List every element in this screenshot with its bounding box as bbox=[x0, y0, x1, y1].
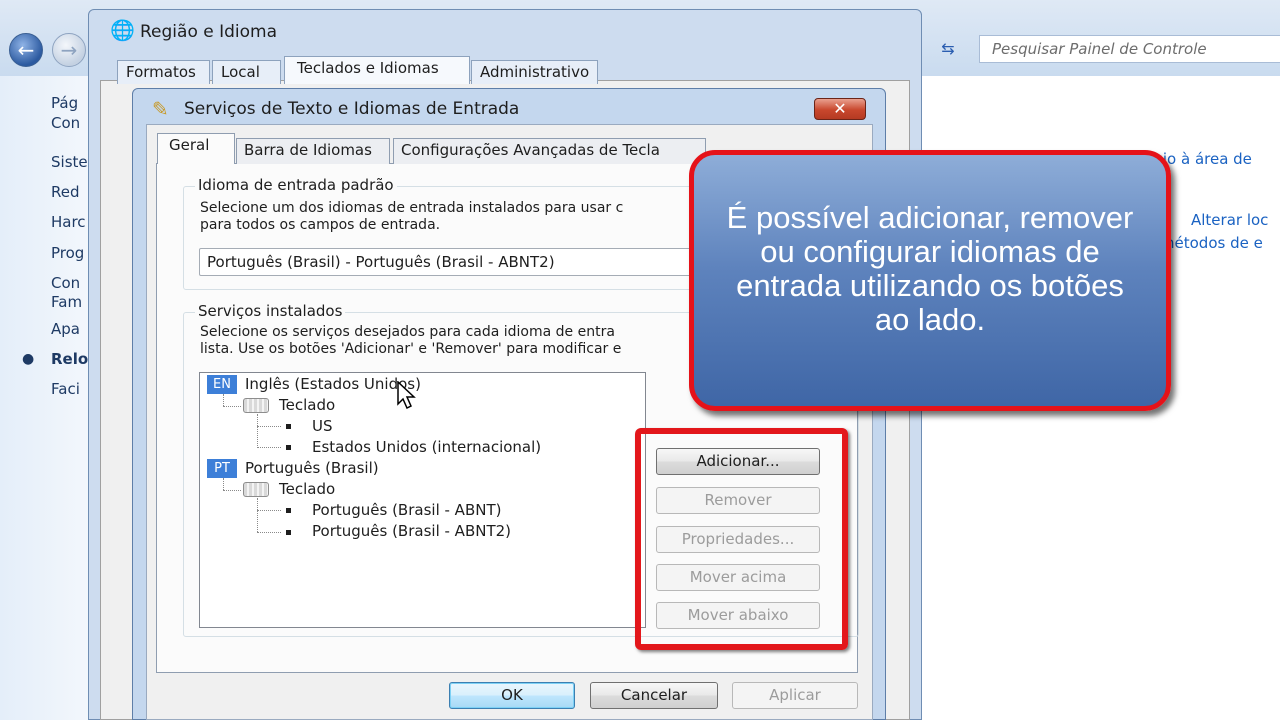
tree-item-language[interactable]: Inglês (Estados Unidos) bbox=[245, 375, 421, 393]
tree-item-category[interactable]: Teclado bbox=[279, 396, 335, 414]
sidebar-link[interactable]: Faci bbox=[51, 380, 80, 399]
keyboard-icon bbox=[243, 398, 269, 413]
dialog-title: Serviços de Texto e Idiomas de Entrada bbox=[184, 99, 520, 119]
tab-geral[interactable]: Geral bbox=[157, 133, 235, 164]
tab-local[interactable]: Local bbox=[212, 60, 281, 84]
ok-button[interactable]: OK bbox=[449, 682, 575, 709]
group-description: para todos os campos de entrada. bbox=[200, 217, 441, 233]
cancel-button[interactable]: Cancelar bbox=[590, 682, 718, 709]
tree-connector bbox=[223, 406, 241, 407]
group-description: Selecione os serviços desejados para cad… bbox=[200, 324, 615, 340]
globe-icon: 🌐 bbox=[110, 18, 135, 42]
language-badge: EN bbox=[207, 375, 237, 394]
tab-administrativo[interactable]: Administrativo bbox=[471, 60, 598, 84]
group-label: Idioma de entrada padrão bbox=[195, 176, 397, 194]
change-location-link[interactable]: Alterar loc bbox=[1191, 211, 1268, 229]
mouse-cursor-icon bbox=[397, 381, 416, 410]
apply-button[interactable]: Aplicar bbox=[732, 682, 858, 709]
bullet-icon bbox=[286, 508, 291, 513]
refresh-icon[interactable]: ⇆ bbox=[928, 36, 968, 62]
sidebar-link[interactable]: Prog bbox=[51, 244, 84, 263]
search-input[interactable]: Pesquisar Painel de Controle bbox=[979, 35, 1280, 63]
tree-connector bbox=[257, 532, 281, 533]
default-language-select[interactable]: Português (Brasil) - Português (Brasil -… bbox=[199, 248, 699, 276]
tree-connector bbox=[223, 394, 224, 406]
keyboard-services-icon: ✎ bbox=[152, 97, 169, 121]
bullet-icon bbox=[286, 530, 291, 535]
back-arrow-icon[interactable]: ← bbox=[9, 33, 43, 67]
group-description: Selecione um dos idiomas de entrada inst… bbox=[200, 200, 624, 216]
sidebar-link[interactable]: Pág bbox=[51, 94, 78, 113]
close-button[interactable]: ✕ bbox=[814, 98, 866, 120]
tree-item-language[interactable]: Português (Brasil) bbox=[245, 459, 379, 477]
tree-connector bbox=[223, 490, 241, 491]
tree-connector bbox=[223, 478, 224, 490]
forward-arrow-icon[interactable]: → bbox=[52, 33, 86, 67]
sidebar-link[interactable]: Apa bbox=[51, 320, 80, 339]
dialog-title: Região e Idioma bbox=[140, 22, 278, 42]
tree-connector bbox=[257, 414, 258, 448]
tree-item-layout[interactable]: Estados Unidos (internacional) bbox=[312, 438, 541, 456]
bullet-icon bbox=[286, 445, 291, 450]
buttons-highlight-box bbox=[635, 428, 848, 650]
tree-connector bbox=[257, 426, 281, 427]
sidebar-link-active[interactable]: Relo bbox=[51, 350, 88, 369]
tab-formatos[interactable]: Formatos bbox=[117, 60, 210, 84]
tab-configuracoes-avancadas[interactable]: Configurações Avançadas de Tecla bbox=[393, 138, 706, 164]
tree-connector bbox=[257, 498, 258, 532]
group-description: lista. Use os botões 'Adicionar' e 'Remo… bbox=[200, 341, 622, 357]
sidebar-link[interactable]: Harc bbox=[51, 213, 86, 232]
sidebar-link[interactable]: Red bbox=[51, 183, 80, 202]
active-bullet-icon: ● bbox=[22, 351, 35, 367]
bullet-icon bbox=[286, 424, 291, 429]
group-label: Serviços instalados bbox=[195, 302, 346, 320]
sidebar-link[interactable]: Con bbox=[51, 274, 80, 293]
sidebar-link[interactable]: Siste bbox=[51, 153, 88, 172]
tutorial-callout: É possível adicionar, remover ou configu… bbox=[689, 150, 1171, 411]
tree-connector bbox=[257, 510, 281, 511]
keyboard-icon bbox=[243, 482, 269, 497]
tab-teclados-idiomas[interactable]: Teclados e Idiomas bbox=[284, 56, 470, 84]
input-methods-link[interactable]: nétodos de e bbox=[1165, 234, 1263, 252]
tree-connector bbox=[257, 447, 281, 448]
sidebar-link[interactable]: Con bbox=[51, 114, 80, 133]
sidebar-link[interactable]: Fam bbox=[51, 293, 82, 312]
tree-item-layout[interactable]: Português (Brasil - ABNT) bbox=[312, 501, 501, 519]
language-badge: PT bbox=[207, 459, 237, 478]
tree-item-layout[interactable]: Português (Brasil - ABNT2) bbox=[312, 522, 511, 540]
tab-barra-idiomas[interactable]: Barra de Idiomas bbox=[236, 138, 390, 164]
tree-item-category[interactable]: Teclado bbox=[279, 480, 335, 498]
tree-item-layout[interactable]: US bbox=[312, 417, 333, 435]
